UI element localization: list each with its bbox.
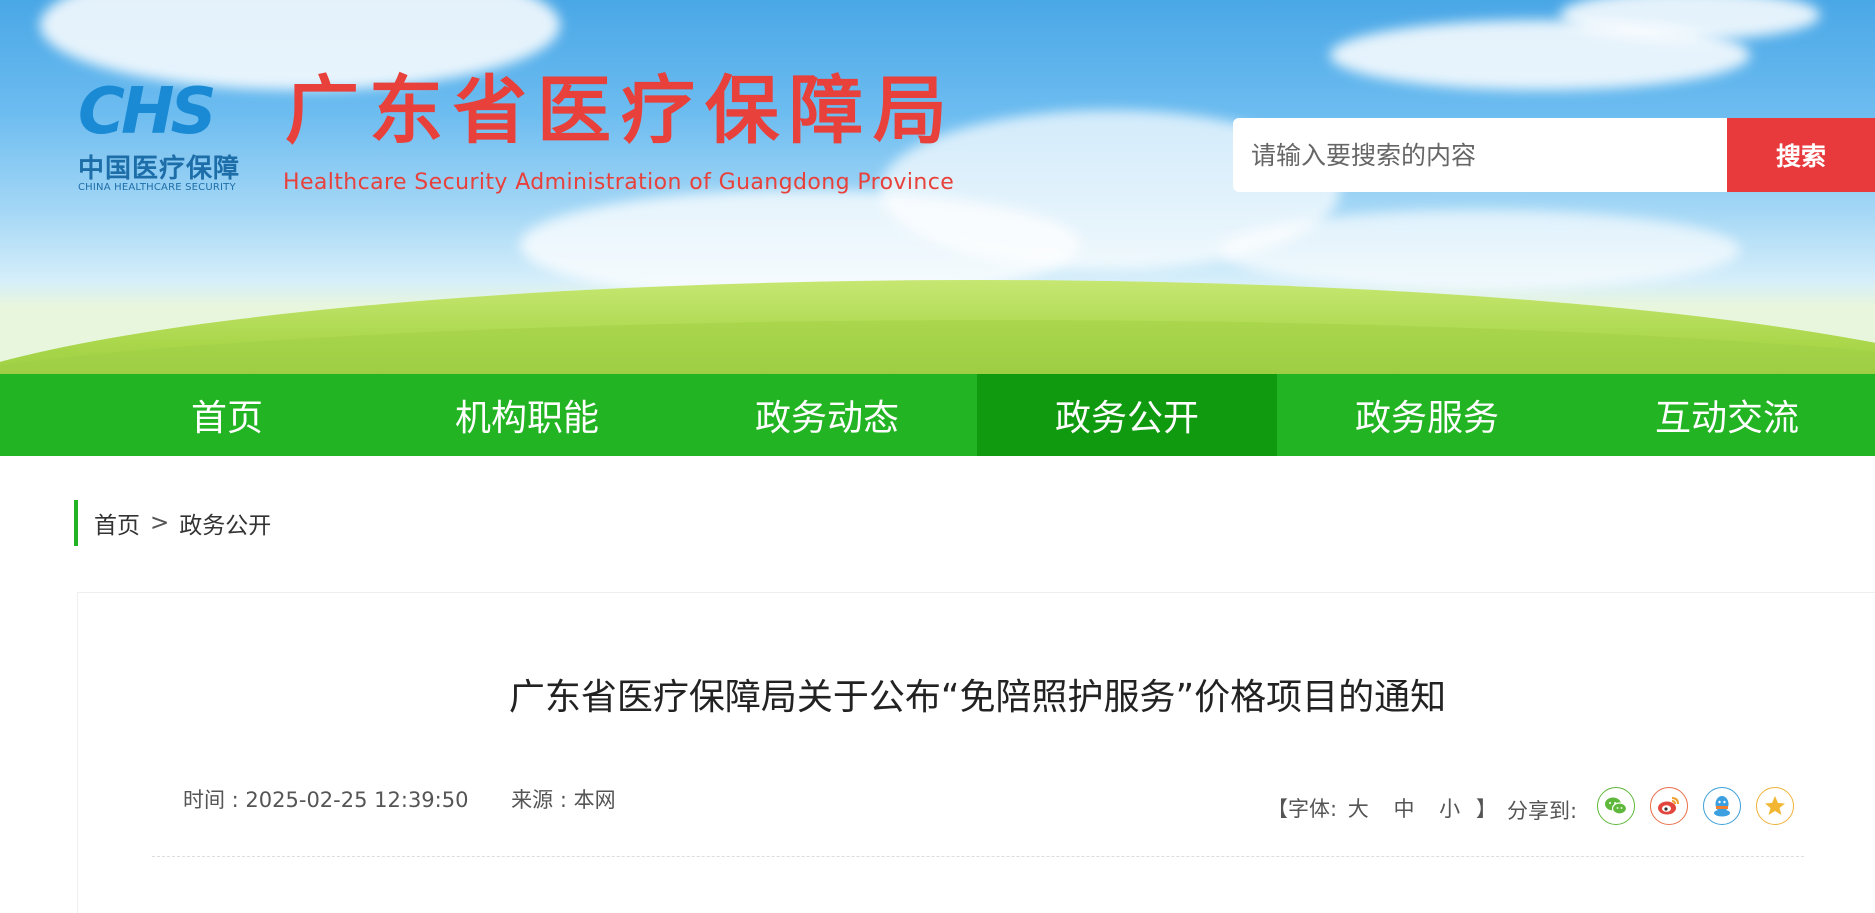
breadcrumb-separator: > (150, 510, 170, 536)
qq-icon[interactable] (1703, 787, 1741, 825)
logo-en-text: CHINA HEALTHCARE SECURITY (78, 182, 236, 193)
nav-item-services[interactable]: 政务服务 (1277, 374, 1577, 456)
logo-cn-text: 中国医疗保障 (78, 154, 241, 184)
breadcrumb: 首页 > 政务公开 (74, 500, 271, 546)
breadcrumb-current[interactable]: 政务公开 (179, 506, 271, 540)
article-card (77, 592, 1875, 913)
article-divider (152, 856, 1804, 857)
nav-item-home[interactable]: 首页 (77, 374, 377, 456)
article-source: 来源 : 本网 (511, 788, 616, 812)
article-meta: 时间 : 2025-02-25 12:39:50 来源 : 本网 (183, 784, 616, 814)
wechat-icon[interactable] (1597, 787, 1635, 825)
font-size-control: 【字体: 大 中 小 】 (1267, 793, 1497, 823)
logo-mark: CHS (78, 75, 217, 149)
nav-item-public-affairs[interactable]: 政务公开 (977, 374, 1277, 456)
font-size-small[interactable]: 小 (1439, 797, 1460, 821)
search-button[interactable]: 搜索 (1727, 118, 1875, 192)
chs-logo[interactable]: CHS 中国医疗保障 CHINA HEALTHCARE SECURITY (78, 80, 268, 200)
breadcrumb-home[interactable]: 首页 (94, 506, 140, 540)
share-label: 分享到: (1507, 799, 1578, 823)
nav-item-interaction[interactable]: 互动交流 (1577, 374, 1875, 456)
article-title: 广东省医疗保障局关于公布“免陪照护服务”价格项目的通知 (508, 677, 1447, 718)
nav-item-functions[interactable]: 机构职能 (377, 374, 677, 456)
search-input[interactable] (1233, 118, 1727, 192)
weibo-icon[interactable] (1650, 787, 1688, 825)
header-banner: CHS 中国医疗保障 CHINA HEALTHCARE SECURITY 广东省… (0, 0, 1875, 374)
site-title: 广东省医疗保障局 (285, 68, 957, 154)
qzone-icon[interactable] (1756, 787, 1794, 825)
font-size-close: 】 (1475, 797, 1497, 821)
nav-item-news[interactable]: 政务动态 (677, 374, 977, 456)
search-box: 搜索 (1233, 118, 1875, 192)
font-size-medium[interactable]: 中 (1393, 797, 1414, 821)
article-time: 时间 : 2025-02-25 12:39:50 (183, 788, 469, 812)
main-nav: 首页 机构职能 政务动态 政务公开 政务服务 互动交流 (0, 374, 1875, 456)
cloud-decoration (1220, 210, 1740, 290)
font-size-open: 【字体: (1267, 797, 1338, 821)
font-size-large[interactable]: 大 (1348, 797, 1369, 821)
site-subtitle: Healthcare Security Administration of Gu… (283, 170, 955, 195)
